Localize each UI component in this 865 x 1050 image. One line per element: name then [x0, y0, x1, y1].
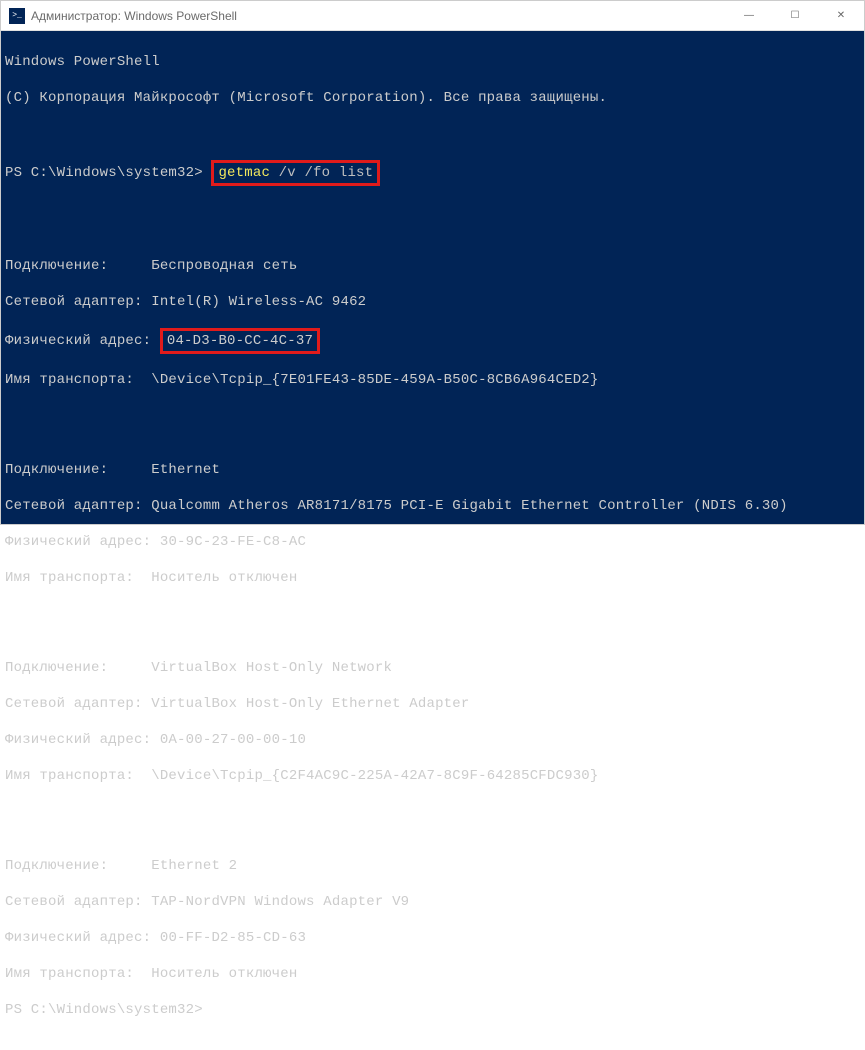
- mac-value: 0A-00-27-00-00-10: [160, 732, 306, 748]
- blank-line: [5, 203, 860, 221]
- transport-value: \Device\Tcpip_{7E01FE43-85DE-459A-B50C-8…: [151, 372, 598, 388]
- command-name: getmac: [218, 165, 270, 181]
- mac-label: Физический адрес:: [5, 534, 151, 550]
- output-row: Подключение: Ethernet 2: [5, 857, 860, 875]
- transport-label: Имя транспорта:: [5, 372, 151, 388]
- blank-line: [5, 125, 860, 143]
- prompt-line: PS C:\Windows\system32> getmac /v /fo li…: [5, 161, 860, 185]
- output-row: Имя транспорта: \Device\Tcpip_{C2F4AC9C-…: [5, 767, 860, 785]
- mac-value: 04-D3-B0-CC-4C-37: [167, 333, 313, 349]
- spacer: [151, 534, 160, 550]
- transport-label: Имя транспорта:: [5, 570, 151, 586]
- mac-value: 30-9C-23-FE-C8-AC: [160, 534, 306, 550]
- output-row: Имя транспорта: Носитель отключен: [5, 965, 860, 983]
- output-row: Физический адрес: 30-9C-23-FE-C8-AC: [5, 533, 860, 551]
- output-row: Имя транспорта: \Device\Tcpip_{7E01FE43-…: [5, 371, 860, 389]
- mac-label: Физический адрес:: [5, 333, 151, 349]
- transport-value: Носитель отключен: [151, 966, 297, 982]
- connection-label: Подключение:: [5, 660, 151, 676]
- connection-label: Подключение:: [5, 462, 151, 478]
- mac-highlight-box: 04-D3-B0-CC-4C-37: [160, 328, 320, 354]
- output-row: Физический адрес: 0A-00-27-00-00-10: [5, 731, 860, 749]
- spacer: [151, 732, 160, 748]
- output-row: Подключение: Беспроводная сеть: [5, 257, 860, 275]
- command-highlight-box: getmac /v /fo list: [211, 160, 380, 186]
- adapter-value: TAP-NordVPN Windows Adapter V9: [151, 894, 409, 910]
- console-area[interactable]: Windows PowerShell (C) Корпорация Майкро…: [1, 31, 864, 524]
- command-args: /v /fo list: [270, 165, 373, 181]
- connection-value: VirtualBox Host-Only Network: [151, 660, 392, 676]
- adapter-label: Сетевой адаптер:: [5, 294, 151, 310]
- adapter-value: Intel(R) Wireless-AC 9462: [151, 294, 366, 310]
- powershell-icon: [9, 8, 25, 24]
- connection-label: Подключение:: [5, 258, 151, 274]
- spacer: [151, 333, 160, 349]
- prompt-path: PS C:\Windows\system32>: [5, 1002, 211, 1018]
- blank-line: [5, 605, 860, 623]
- spacer: [151, 930, 160, 946]
- adapter-value: VirtualBox Host-Only Ethernet Adapter: [151, 696, 469, 712]
- mac-value: 00-FF-D2-85-CD-63: [160, 930, 306, 946]
- output-row: Сетевой адаптер: Intel(R) Wireless-AC 94…: [5, 293, 860, 311]
- connection-value: Беспроводная сеть: [151, 258, 297, 274]
- adapter-label: Сетевой адаптер:: [5, 696, 151, 712]
- output-row: Физический адрес: 00-FF-D2-85-CD-63: [5, 929, 860, 947]
- output-row: Имя транспорта: Носитель отключен: [5, 569, 860, 587]
- close-button[interactable]: ✕: [818, 1, 864, 30]
- copyright-line: (C) Корпорация Майкрософт (Microsoft Cor…: [5, 89, 860, 107]
- output-row: Физический адрес: 04-D3-B0-CC-4C-37: [5, 329, 860, 353]
- prompt-line: PS C:\Windows\system32>: [5, 1001, 860, 1019]
- output-row: Подключение: Ethernet: [5, 461, 860, 479]
- output-row: Сетевой адаптер: Qualcomm Atheros AR8171…: [5, 497, 860, 515]
- minimize-button[interactable]: —: [726, 1, 772, 30]
- adapter-value: Qualcomm Atheros AR8171/8175 PCI-E Gigab…: [151, 498, 788, 514]
- mac-label: Физический адрес:: [5, 732, 151, 748]
- window-controls: — ☐ ✕: [726, 1, 864, 30]
- prompt-path: PS C:\Windows\system32>: [5, 165, 211, 181]
- adapter-label: Сетевой адаптер:: [5, 894, 151, 910]
- maximize-button[interactable]: ☐: [772, 1, 818, 30]
- titlebar[interactable]: Администратор: Windows PowerShell — ☐ ✕: [1, 1, 864, 31]
- blank-line: [5, 407, 860, 425]
- transport-label: Имя транспорта:: [5, 966, 151, 982]
- window-title: Администратор: Windows PowerShell: [31, 9, 726, 23]
- output-row: Сетевой адаптер: TAP-NordVPN Windows Ada…: [5, 893, 860, 911]
- output-row: Подключение: VirtualBox Host-Only Networ…: [5, 659, 860, 677]
- adapter-label: Сетевой адаптер:: [5, 498, 151, 514]
- transport-value: \Device\Tcpip_{C2F4AC9C-225A-42A7-8C9F-6…: [151, 768, 598, 784]
- header-line: Windows PowerShell: [5, 53, 860, 71]
- connection-value: Ethernet: [151, 462, 220, 478]
- transport-value: Носитель отключен: [151, 570, 297, 586]
- transport-label: Имя транспорта:: [5, 768, 151, 784]
- connection-value: Ethernet 2: [151, 858, 237, 874]
- connection-label: Подключение:: [5, 858, 151, 874]
- output-row: Сетевой адаптер: VirtualBox Host-Only Et…: [5, 695, 860, 713]
- powershell-window: Администратор: Windows PowerShell — ☐ ✕ …: [0, 0, 865, 525]
- blank-line: [5, 803, 860, 821]
- mac-label: Физический адрес:: [5, 930, 151, 946]
